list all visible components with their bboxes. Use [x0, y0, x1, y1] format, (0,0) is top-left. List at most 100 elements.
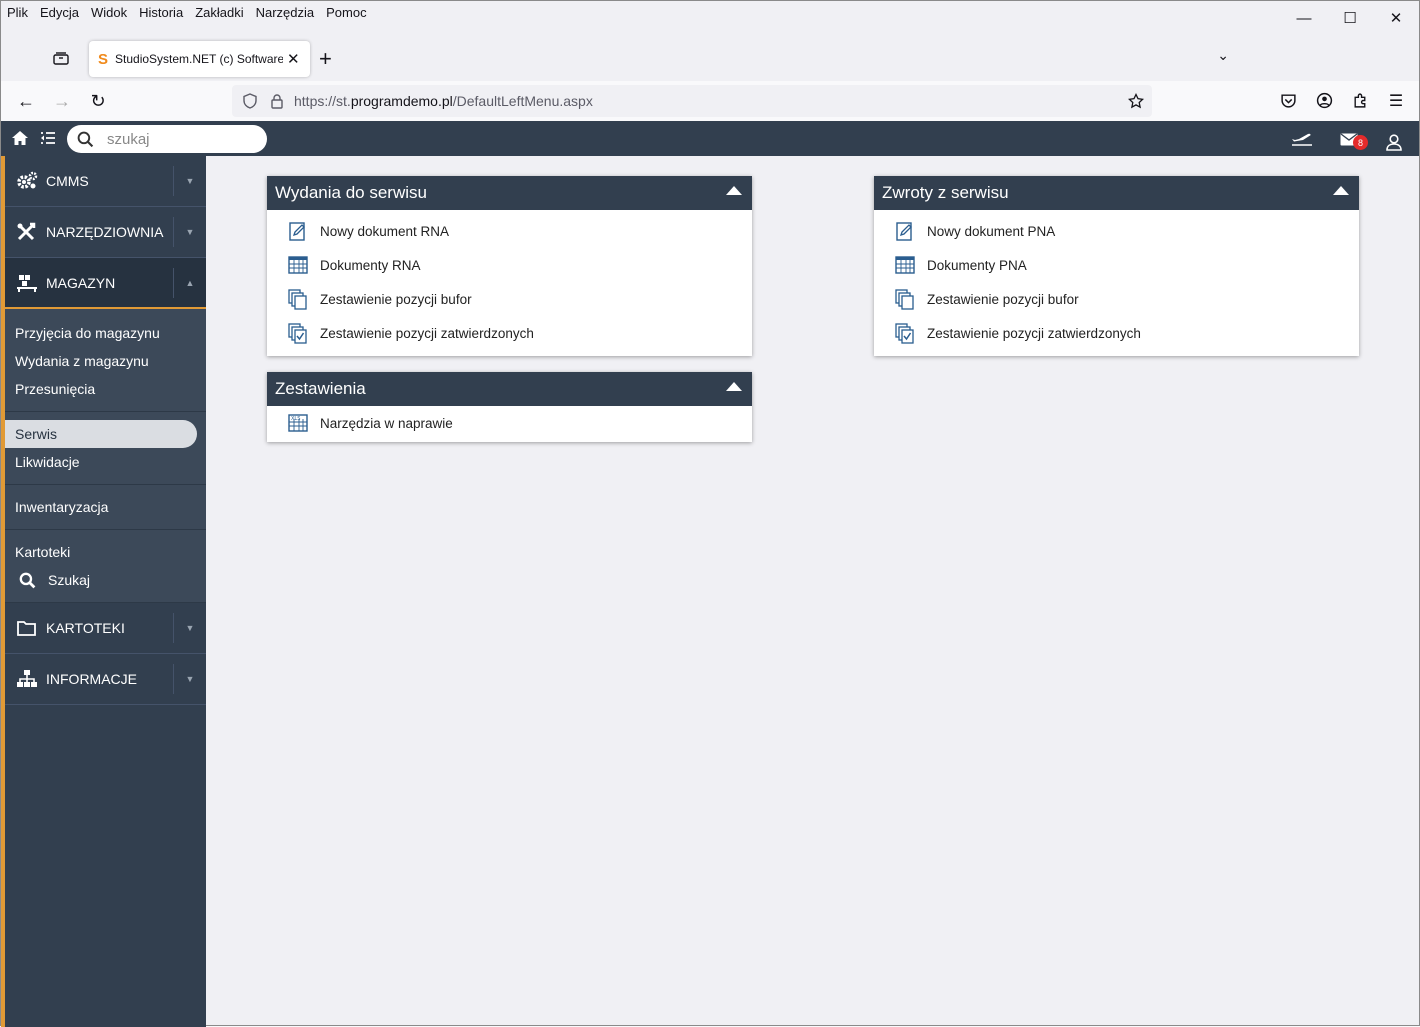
- url-bar[interactable]: https://st. programdemo.pl/DefaultLeftMen…: [232, 85, 1152, 117]
- menu-widok[interactable]: Widok: [91, 5, 127, 20]
- panel-link-narzedzia-w-naprawie[interactable]: XLS Narzędzia w naprawie: [267, 406, 752, 440]
- sidebar-section-informacje[interactable]: INFORMACJE ▼: [5, 654, 206, 705]
- panel-link-nowy-dokument[interactable]: Nowy dokument RNA: [267, 214, 752, 248]
- caret-down-icon[interactable]: ▼: [173, 664, 206, 694]
- sidebar-item-serwis[interactable]: Serwis: [5, 420, 197, 448]
- collapse-arrow-icon[interactable]: [1333, 186, 1349, 195]
- sidebar-item-wydania[interactable]: Wydania z magazynu: [5, 347, 206, 375]
- panel-header[interactable]: Zwroty z serwisu: [874, 176, 1359, 210]
- sidebar-section-narzedziownia[interactable]: NARZĘDZIOWNIA ▼: [5, 207, 206, 258]
- panel-link-zestawienie-bufor[interactable]: Zestawienie pozycji bufor: [874, 282, 1359, 316]
- panel-link-zestawienie-zatwierdzonych[interactable]: Zestawienie pozycji zatwierdzonych: [267, 316, 752, 350]
- sidebar-section-cmms[interactable]: CMMS ▼: [5, 156, 206, 207]
- mail-count-badge: 8: [1353, 135, 1368, 150]
- url-path: /DefaultLeftMenu.aspx: [452, 93, 593, 109]
- submenu-group-documents: Przyjęcia do magazynu Wydania z magazynu…: [5, 309, 206, 412]
- sidebar-section-kartoteki[interactable]: KARTOTEKI ▼: [5, 603, 206, 654]
- lock-icon[interactable]: [269, 93, 285, 109]
- panel-title: Wydania do serwisu: [275, 183, 427, 202]
- sidebar-section-label: KARTOTEKI: [46, 620, 125, 636]
- studiosystem-favicon: S: [98, 50, 109, 68]
- sidebar-item-kartoteki[interactable]: Kartoteki: [5, 538, 206, 566]
- menu-zakladki[interactable]: Zakładki: [195, 5, 243, 20]
- tab-title: StudioSystem.NET (c) SoftwareS: [115, 52, 284, 66]
- collapse-arrow-icon[interactable]: [726, 382, 742, 391]
- copy-documents-icon: [288, 289, 307, 310]
- menu-plik[interactable]: Plik: [7, 5, 28, 20]
- table-grid-icon: [895, 256, 915, 274]
- panel-link-dokumenty[interactable]: Dokumenty PNA: [874, 248, 1359, 282]
- panel-link-label: Zestawienie pozycji bufor: [927, 291, 1079, 307]
- collapse-arrow-icon[interactable]: [726, 186, 742, 195]
- menu-narzedzia[interactable]: Narzędzia: [256, 5, 315, 20]
- panel-link-dokumenty[interactable]: Dokumenty RNA: [267, 248, 752, 282]
- panel-link-nowy-dokument[interactable]: Nowy dokument PNA: [874, 214, 1359, 248]
- user-icon[interactable]: [1385, 133, 1403, 151]
- tab-list-icon[interactable]: [46, 45, 76, 71]
- panel-link-label: Zestawienie pozycji zatwierdzonych: [320, 325, 534, 341]
- panel-link-zestawienie-bufor[interactable]: Zestawienie pozycji bufor: [267, 282, 752, 316]
- menu-pomoc[interactable]: Pomoc: [326, 5, 366, 20]
- hamburger-menu-icon[interactable]: ☰: [1384, 89, 1408, 113]
- sidebar-item-przesuniecia[interactable]: Przesunięcia: [5, 375, 206, 403]
- approved-documents-icon: [288, 323, 307, 344]
- maximize-button[interactable]: ☐: [1327, 1, 1373, 35]
- active-tab[interactable]: S StudioSystem.NET (c) SoftwareS ✕: [89, 41, 310, 77]
- new-tab-button[interactable]: +: [319, 46, 332, 72]
- navigation-bar: ← → ↻ https://st. programdemo.pl/DefaultL…: [1, 81, 1419, 121]
- app-header: szukaj 8: [1, 121, 1419, 156]
- table-grid-icon: [288, 256, 308, 274]
- sidebar-item-label: Szukaj: [48, 572, 91, 588]
- plane-icon[interactable]: [1291, 132, 1313, 146]
- minimize-button[interactable]: —: [1281, 1, 1327, 35]
- chevron-down-icon[interactable]: ⌄: [1217, 47, 1229, 64]
- tools-icon: [17, 222, 36, 241]
- close-window-button[interactable]: ✕: [1373, 1, 1419, 35]
- gears-icon: [17, 171, 38, 189]
- approved-documents-icon: [895, 323, 914, 344]
- caret-up-icon[interactable]: ▲: [173, 268, 206, 298]
- panel-link-label: Dokumenty RNA: [320, 257, 421, 273]
- menu-collapse-icon[interactable]: [40, 130, 56, 146]
- pocket-icon[interactable]: [1280, 92, 1297, 109]
- caret-down-icon[interactable]: ▼: [173, 166, 206, 196]
- search-icon: [19, 572, 36, 588]
- folder-icon: [17, 621, 36, 636]
- search-icon: [77, 131, 94, 148]
- caret-down-icon[interactable]: ▼: [173, 217, 206, 247]
- panel-link-label: Nowy dokument RNA: [320, 223, 450, 239]
- sidebar-item-likwidacje[interactable]: Likwidacje: [5, 448, 206, 476]
- url-domain: programdemo.pl: [350, 93, 453, 109]
- app-search-input[interactable]: szukaj: [67, 125, 267, 153]
- account-icon[interactable]: [1316, 92, 1333, 109]
- svg-text:XLS: XLS: [291, 416, 300, 422]
- window-controls: — ☐ ✕: [1281, 1, 1419, 35]
- copy-documents-icon: [895, 289, 914, 310]
- browser-window: Plik Edycja Widok Historia Zakładki Narz…: [0, 0, 1420, 1027]
- sidebar: CMMS ▼ NARZĘDZIOWNIA ▼ MAGAZYN ▲ Przyjęc…: [1, 156, 206, 1027]
- home-icon[interactable]: [11, 130, 29, 146]
- reload-button[interactable]: ↻: [86, 89, 110, 113]
- back-button[interactable]: ←: [14, 89, 38, 113]
- sidebar-item-przyjecia[interactable]: Przyjęcia do magazynu: [5, 319, 206, 347]
- shield-icon[interactable]: [242, 93, 258, 109]
- menu-edycja[interactable]: Edycja: [40, 5, 79, 20]
- panel-link-label: Narzędzia w naprawie: [320, 415, 453, 431]
- menu-historia[interactable]: Historia: [139, 5, 183, 20]
- extensions-icon[interactable]: [1352, 92, 1369, 109]
- bookmark-star-icon[interactable]: [1128, 93, 1144, 109]
- sidebar-item-inwentaryzacja[interactable]: Inwentaryzacja: [5, 493, 206, 521]
- panel-header[interactable]: Wydania do serwisu: [267, 176, 752, 210]
- close-tab-icon[interactable]: ✕: [287, 50, 300, 68]
- caret-down-icon[interactable]: ▼: [173, 613, 206, 643]
- submenu-group-kartoteki: Kartoteki Szukaj: [5, 530, 206, 603]
- sidebar-item-szukaj[interactable]: Szukaj: [5, 566, 206, 594]
- forward-button[interactable]: →: [50, 89, 74, 113]
- new-document-icon: [896, 222, 912, 241]
- sidebar-section-magazyn[interactable]: MAGAZYN ▲: [5, 258, 206, 309]
- panel-link-label: Nowy dokument PNA: [927, 223, 1056, 239]
- panel-link-label: Dokumenty PNA: [927, 257, 1027, 273]
- panel-link-zestawienie-zatwierdzonych[interactable]: Zestawienie pozycji zatwierdzonych: [874, 316, 1359, 350]
- panel-header[interactable]: Zestawienia: [267, 372, 752, 406]
- panel-zwroty-z-serwisu: Zwroty z serwisu Nowy dokument PNA Dokum…: [874, 176, 1359, 356]
